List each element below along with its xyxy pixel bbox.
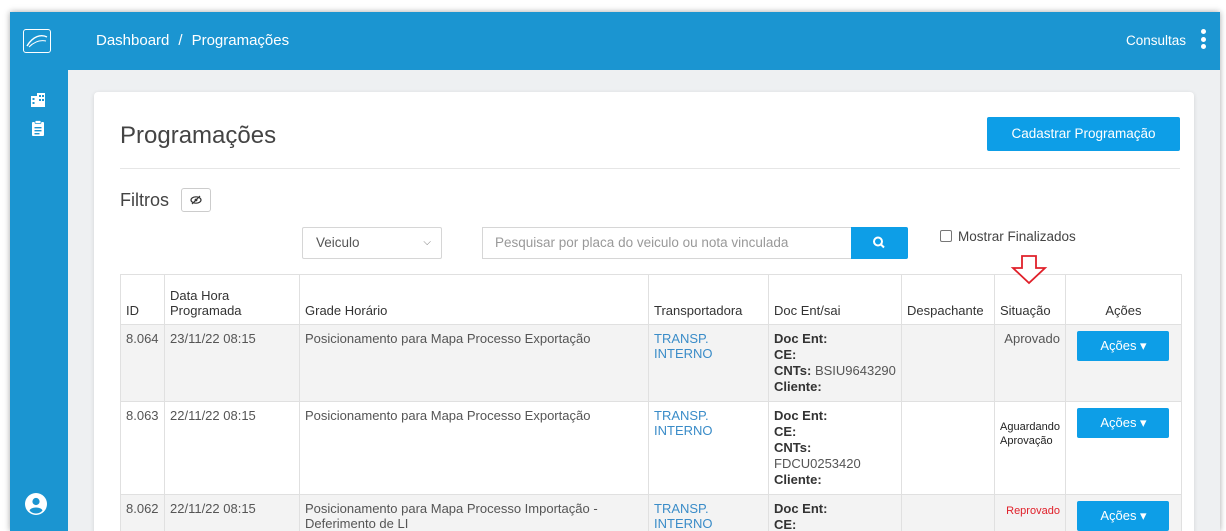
cell-acoes: Ações ▾: [1064, 494, 1182, 531]
cnts-label: CNTs:: [774, 440, 812, 455]
cadastrar-programacao-button[interactable]: Cadastrar Programação: [987, 117, 1180, 151]
status-badge: Aprovado: [994, 324, 1066, 402]
cell-doc: Doc Ent: CE:: [768, 494, 902, 531]
toggle-filters-button[interactable]: [181, 188, 211, 212]
acoes-button[interactable]: Ações ▾: [1077, 408, 1170, 438]
cliente-label: Cliente:: [774, 472, 822, 487]
cell-doc: Doc Ent: CE: CNTs: FDCU0253420 Cliente:: [768, 401, 902, 495]
cell-grade: Posicionamento para Mapa Processo Import…: [299, 494, 649, 531]
mostrar-finalizados-checkbox[interactable]: [940, 230, 952, 242]
col-header-data-hora: Data Hora Programada: [164, 274, 300, 325]
col-header-doc: Doc Ent/sai: [768, 274, 902, 325]
cell-datetime: 23/11/22 08:15: [164, 324, 300, 402]
filters-title: Filtros: [120, 190, 169, 210]
cell-grade: Posicionamento para Mapa Processo Export…: [299, 401, 649, 495]
ce-label: CE:: [774, 517, 797, 531]
ce-label: CE:: [774, 424, 797, 439]
cell-transportadora[interactable]: TRANSP. INTERNO: [648, 494, 769, 531]
programacoes-card: Programações Cadastrar Programação Filtr…: [94, 92, 1194, 531]
cnts-label: CNTs:: [774, 363, 812, 378]
eye-slash-icon: [190, 195, 202, 205]
user-icon[interactable]: [25, 493, 47, 515]
col-header-despachante: Despachante: [901, 274, 995, 325]
cnts-value: FDCU0253420: [774, 456, 861, 471]
cell-id: 8.064: [120, 324, 165, 402]
cell-id: 8.063: [120, 401, 165, 495]
programacoes-table: ID Data Hora Programada Grade Horário Tr…: [120, 274, 1182, 531]
top-bar: Dashboard / Programações Consultas: [10, 12, 1220, 70]
building-icon[interactable]: [30, 92, 46, 108]
doc-ent-label: Doc Ent:: [774, 501, 828, 516]
breadcrumb-separator: /: [178, 32, 183, 49]
cell-acoes: Ações ▾: [1064, 401, 1182, 495]
cliente-label: Cliente:: [774, 379, 822, 394]
cell-despachante: [901, 494, 995, 531]
acoes-button[interactable]: Ações ▾: [1077, 331, 1170, 361]
breadcrumb-dashboard[interactable]: Dashboard: [96, 32, 169, 49]
col-header-transportadora: Transportadora: [648, 274, 769, 325]
cell-acoes: Ações ▾: [1064, 324, 1182, 402]
ce-label: CE:: [774, 347, 797, 362]
chevron-down-icon: ⌵: [423, 237, 431, 248]
col-header-grade: Grade Horário: [299, 274, 649, 325]
cell-doc: Doc Ent: CE: CNTs: BSIU9643290 Cliente:: [768, 324, 902, 402]
logo-icon[interactable]: [23, 29, 51, 53]
more-vertical-icon[interactable]: [1201, 29, 1207, 51]
breadcrumb: Dashboard / Programações: [96, 32, 289, 49]
select-value: Veiculo: [316, 235, 360, 250]
status-badge: Reprovado: [994, 494, 1066, 531]
cell-datetime: 22/11/22 08:15: [164, 494, 300, 531]
table-row: 8.062 22/11/22 08:15 Posicionamento para…: [120, 494, 1182, 531]
cell-transportadora[interactable]: TRANSP. INTERNO: [648, 324, 769, 402]
col-header-acoes: Ações: [1064, 274, 1182, 325]
doc-ent-label: Doc Ent:: [774, 331, 828, 346]
acoes-button[interactable]: Ações ▾: [1077, 501, 1170, 531]
cnts-value: BSIU9643290: [814, 363, 896, 378]
col-header-id: ID: [120, 274, 165, 325]
doc-ent-label: Doc Ent:: [774, 408, 828, 423]
search-button[interactable]: [851, 227, 908, 259]
search-input[interactable]: Pesquisar por placa do veiculo ou nota v…: [482, 227, 852, 259]
cell-transportadora[interactable]: TRANSP. INTERNO: [648, 401, 769, 495]
filter-type-select[interactable]: Veiculo ⌵: [302, 227, 442, 259]
breadcrumb-current: Programações: [191, 32, 290, 49]
page-title: Programações: [120, 122, 277, 149]
cell-grade: Posicionamento para Mapa Processo Export…: [299, 324, 649, 402]
consultas-menu[interactable]: Consultas: [1126, 33, 1186, 48]
status-badge: Aguardando Aprovação: [994, 401, 1066, 495]
cell-id: 8.062: [120, 494, 165, 531]
annotation-arrow-down-icon: [1010, 255, 1048, 285]
app-window: Dashboard / Programações Consultas Program…: [10, 12, 1220, 531]
cell-despachante: [901, 324, 995, 402]
clipboard-icon[interactable]: [30, 120, 46, 136]
mostrar-finalizados-toggle[interactable]: Mostrar Finalizados: [940, 229, 1076, 244]
mostrar-finalizados-label: Mostrar Finalizados: [958, 229, 1076, 244]
cell-despachante: [901, 401, 995, 495]
sidebar: [10, 70, 68, 531]
table-row: 8.064 23/11/22 08:15 Posicionamento para…: [120, 324, 1182, 402]
cell-datetime: 22/11/22 08:15: [164, 401, 300, 495]
search-icon: [873, 236, 885, 249]
divider: [120, 168, 1180, 169]
table-row: 8.063 22/11/22 08:15 Posicionamento para…: [120, 401, 1182, 495]
